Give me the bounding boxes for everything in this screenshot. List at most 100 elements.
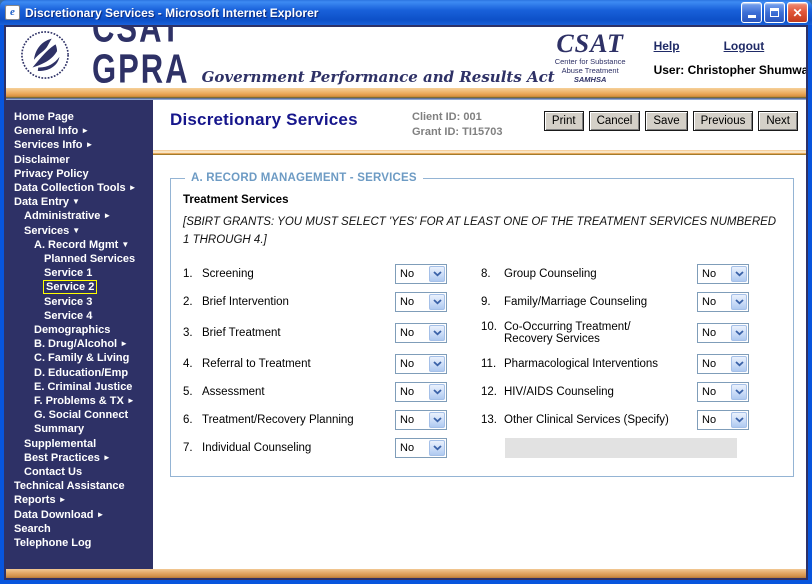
screening-select[interactable]: No	[395, 264, 447, 284]
service-row: 5.Assessment No 12.HIV/AIDS Counseling N…	[183, 378, 781, 406]
sidebar-item-privacy-policy[interactable]: Privacy Policy	[14, 167, 151, 181]
select-value: No	[396, 414, 428, 426]
sidebar-item-search[interactable]: Search	[14, 522, 151, 536]
submenu-arrow-icon: ►	[129, 183, 137, 192]
sidebar-item-disclaimer[interactable]: Disclaimer	[14, 153, 151, 167]
chevron-down-icon[interactable]	[429, 384, 445, 400]
sidebar-item-c-family-living[interactable]: C. Family & Living	[14, 351, 151, 365]
chevron-down-icon[interactable]	[429, 356, 445, 372]
sidebar-item-b-drug-alcohol[interactable]: B. Drug/Alcohol►	[14, 337, 151, 351]
sidebar-item-planned-services[interactable]: Planned Services	[14, 252, 151, 266]
sidebar-item-label: Services Info	[14, 139, 82, 151]
sidebar-item-telephone-log[interactable]: Telephone Log	[14, 536, 151, 550]
sidebar-item-f-problems-tx[interactable]: F. Problems & TX►	[14, 394, 151, 408]
brief-treatment-select[interactable]: No	[395, 323, 447, 343]
select-value: No	[396, 296, 428, 308]
sidebar-item-data-entry[interactable]: Data Entry▼	[14, 195, 151, 209]
service-label: 5.Assessment	[183, 386, 395, 398]
chevron-down-icon[interactable]	[429, 294, 445, 310]
cancel-button[interactable]: Cancel	[589, 111, 641, 131]
treatment-recovery-planning-select[interactable]: No	[395, 410, 447, 430]
referral-to-treatment-select[interactable]: No	[395, 354, 447, 374]
individual-counseling-select[interactable]: No	[395, 438, 447, 458]
sidebar-item-supplemental[interactable]: Supplemental	[14, 437, 151, 451]
sidebar-item-contact-us[interactable]: Contact Us	[14, 465, 151, 479]
chevron-down-icon[interactable]	[429, 440, 445, 456]
sidebar-item-label: Service 4	[44, 310, 92, 322]
next-button[interactable]: Next	[758, 111, 798, 131]
sidebar-item-service-4[interactable]: Service 4	[14, 309, 151, 323]
brand-acronym: CSAT GPRA	[92, 25, 190, 89]
service-label: 9.Family/Marriage Counseling	[481, 296, 697, 308]
treatment-services-subtitle: Treatment Services	[183, 194, 781, 206]
select-value: No	[698, 386, 730, 398]
submenu-arrow-icon: ►	[85, 140, 93, 149]
chevron-down-icon[interactable]	[731, 266, 747, 282]
sidebar-item-services-info[interactable]: Services Info►	[14, 138, 151, 152]
submenu-arrow-icon: ►	[59, 495, 67, 504]
submenu-arrow-icon: ▼	[72, 197, 80, 206]
sidebar-item-service-2-active[interactable]: Service 2	[14, 280, 151, 294]
sidebar-item-best-practices[interactable]: Best Practices►	[14, 451, 151, 465]
sidebar-item-g-social-connect[interactable]: G. Social Connect	[14, 408, 151, 422]
submenu-arrow-icon: ▼	[72, 226, 80, 235]
sidebar-item-home-page[interactable]: Home Page	[14, 110, 151, 124]
other-clinical-services-select[interactable]: No	[697, 410, 749, 430]
sidebar-item-administrative[interactable]: Administrative►	[14, 209, 151, 223]
sidebar-item-summary[interactable]: Summary	[14, 422, 151, 436]
csat-logo-samhsa: SAMHSA	[555, 75, 626, 84]
help-link[interactable]: Help	[654, 39, 680, 53]
chevron-down-icon[interactable]	[731, 384, 747, 400]
sidebar-item-demographics[interactable]: Demographics	[14, 323, 151, 337]
brief-intervention-select[interactable]: No	[395, 292, 447, 312]
sidebar-item-label: C. Family & Living	[34, 352, 129, 364]
close-icon: ✕	[792, 7, 802, 19]
print-button[interactable]: Print	[544, 111, 584, 131]
page-title: Discretionary Services	[170, 110, 412, 130]
other-clinical-specify-input[interactable]	[505, 438, 737, 458]
sidebar-item-services[interactable]: Services▼	[14, 224, 151, 238]
chevron-down-icon[interactable]	[429, 412, 445, 428]
service-label: 1.Screening	[183, 268, 395, 280]
chevron-down-icon[interactable]	[731, 412, 747, 428]
sidebar-item-service-1[interactable]: Service 1	[14, 266, 151, 280]
co-occurring-treatment-select[interactable]: No	[697, 323, 749, 343]
sidebar-item-label: Reports	[14, 494, 56, 506]
title-bar[interactable]: e Discretionary Services - Microsoft Int…	[0, 0, 812, 25]
sidebar-item-a-record-mgmt[interactable]: A. Record Mgmt▼	[14, 238, 151, 252]
sidebar-item-data-download[interactable]: Data Download►	[14, 508, 151, 522]
chevron-down-icon[interactable]	[429, 325, 445, 341]
select-value: No	[698, 327, 730, 339]
close-button[interactable]: ✕	[787, 2, 808, 23]
maximize-button[interactable]	[764, 2, 785, 23]
service-label: 3.Brief Treatment	[183, 327, 395, 339]
hiv-aids-counseling-select[interactable]: No	[697, 382, 749, 402]
chevron-down-icon[interactable]	[731, 356, 747, 372]
chevron-down-icon[interactable]	[429, 266, 445, 282]
logout-link[interactable]: Logout	[724, 39, 765, 53]
sidebar-item-reports[interactable]: Reports►	[14, 493, 151, 507]
csat-logo-line2: Abuse Treatment	[555, 66, 626, 75]
footer-orange-stripe	[6, 569, 806, 578]
minimize-button[interactable]	[741, 2, 762, 23]
sidebar-item-label: Planned Services	[44, 253, 135, 265]
pharmacological-interventions-select[interactable]: No	[697, 354, 749, 374]
sidebar-item-label: Telephone Log	[14, 537, 91, 549]
assessment-select[interactable]: No	[395, 382, 447, 402]
chevron-down-icon[interactable]	[731, 325, 747, 341]
sidebar-nav: Home Page General Info► Services Info► D…	[6, 100, 153, 569]
sidebar-item-technical-assistance[interactable]: Technical Assistance	[14, 479, 151, 493]
service-label: 10.Co-Occurring Treatment/Recovery Servi…	[481, 321, 697, 345]
sidebar-item-service-3[interactable]: Service 3	[14, 295, 151, 309]
group-counseling-select[interactable]: No	[697, 264, 749, 284]
sidebar-item-d-education-emp[interactable]: D. Education/Emp	[14, 366, 151, 380]
previous-button[interactable]: Previous	[693, 111, 754, 131]
sidebar-item-general-info[interactable]: General Info►	[14, 124, 151, 138]
hhs-eagle-logo-icon	[20, 30, 70, 85]
sidebar-item-e-criminal-justice[interactable]: E. Criminal Justice	[14, 380, 151, 394]
family-marriage-counseling-select[interactable]: No	[697, 292, 749, 312]
sidebar-item-data-collection-tools[interactable]: Data Collection Tools►	[14, 181, 151, 195]
save-button[interactable]: Save	[645, 111, 687, 131]
sidebar-item-label: Home Page	[14, 111, 74, 123]
chevron-down-icon[interactable]	[731, 294, 747, 310]
